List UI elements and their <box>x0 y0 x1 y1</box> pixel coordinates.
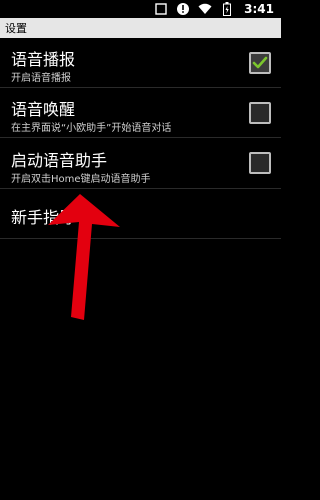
red-arrow-annotation <box>48 194 120 320</box>
